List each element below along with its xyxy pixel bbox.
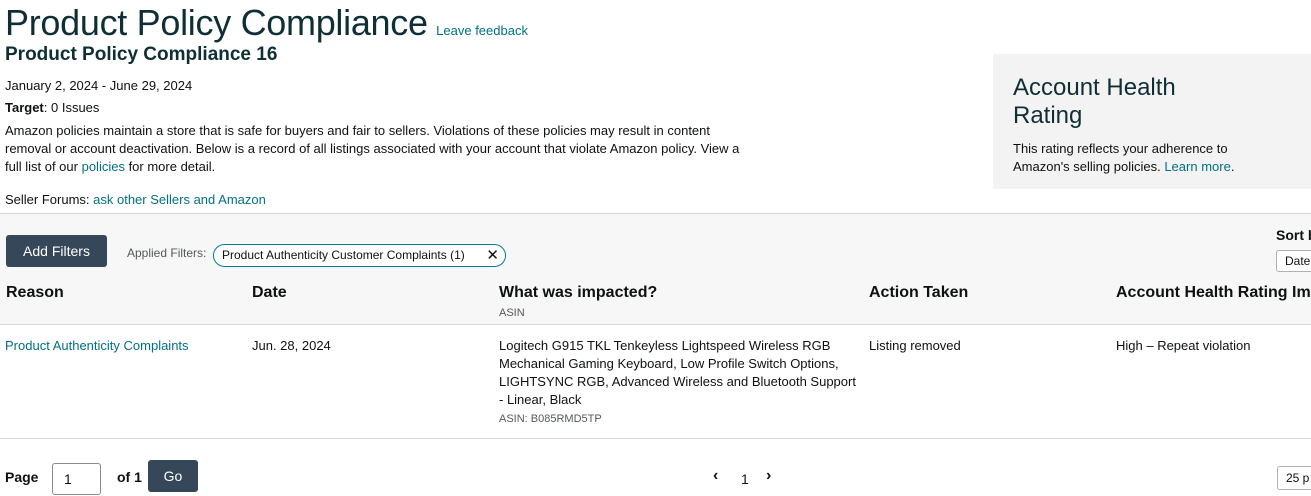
account-health-title: Account Health Rating (1013, 74, 1176, 129)
leave-feedback-link[interactable]: Leave feedback (436, 23, 528, 38)
column-header-date: Date (252, 284, 287, 301)
close-icon[interactable]: ✕ (486, 245, 499, 266)
column-header-rating-impact: Account Health Rating Imp (1116, 284, 1311, 301)
forums-label: Seller Forums: (5, 192, 94, 207)
go-button[interactable]: Go (148, 460, 198, 492)
page-number-input[interactable] (52, 463, 101, 495)
row-divider (0, 438, 1311, 439)
chevron-left-icon[interactable]: ‹ (713, 467, 718, 485)
page-subtitle: Product Policy Compliance 16 (5, 44, 278, 65)
account-health-text: This rating reflects your adherence to A… (1013, 140, 1253, 176)
product-title: Logitech G915 TKL Tenkeyless Lightspeed … (499, 338, 856, 407)
filter-chip: Product Authenticity Customer Complaints… (213, 244, 506, 267)
target-text: Target: 0 Issues (5, 100, 99, 115)
date-range: January 2, 2024 - June 29, 2024 (5, 78, 193, 93)
filter-chip-label: Product Authenticity Customer Complaints… (222, 248, 465, 262)
row-action: Listing removed (869, 338, 961, 353)
row-impacted: Logitech G915 TKL Tenkeyless Lightspeed … (499, 337, 859, 428)
column-subheader-asin: ASIN (499, 307, 525, 319)
page: Product Policy Compliance Leave feedback… (0, 0, 1311, 496)
chevron-right-icon[interactable]: › (766, 467, 771, 485)
title-row: Product Policy Compliance Leave feedback (5, 2, 528, 44)
row-rating-impact: High – Repeat violation (1116, 338, 1251, 353)
reason-link[interactable]: Product Authenticity Complaints (5, 337, 189, 355)
column-header-reason: Reason (6, 284, 64, 301)
column-header-impacted: What was impacted? (499, 284, 658, 301)
page-title: Product Policy Compliance (5, 2, 428, 43)
account-health-period: . (1230, 159, 1235, 174)
sort-label: Sort b (1276, 227, 1311, 243)
sort-select[interactable]: Date (1276, 250, 1311, 272)
add-filters-button[interactable]: Add Filters (6, 235, 107, 267)
policies-link[interactable]: policies (82, 159, 125, 174)
column-header-action: Action Taken (869, 284, 969, 301)
forums-link[interactable]: ask other Sellers and Amazon (93, 192, 266, 207)
page-total-label: of 1 (117, 469, 142, 485)
description-tail: for more detail. (124, 159, 216, 174)
seller-forums: Seller Forums: ask other Sellers and Ama… (5, 192, 266, 207)
target-value: : 0 Issues (43, 100, 100, 115)
per-page-select[interactable]: 25 p (1277, 466, 1311, 490)
page-label: Page (5, 469, 39, 485)
row-asin: ASIN: B085RMD5TP (499, 413, 602, 425)
learn-more-link[interactable]: Learn more (1164, 159, 1230, 174)
target-label: Target (5, 100, 44, 115)
current-page[interactable]: 1 (741, 471, 749, 487)
account-health-panel: Account Health Rating This rating reflec… (993, 54, 1311, 189)
filter-band: Add Filters Applied Filters: Product Aut… (0, 213, 1311, 325)
row-date: Jun. 28, 2024 (252, 338, 331, 353)
policy-description: Amazon policies maintain a store that is… (5, 122, 745, 176)
applied-filters-label: Applied Filters: (127, 246, 207, 260)
